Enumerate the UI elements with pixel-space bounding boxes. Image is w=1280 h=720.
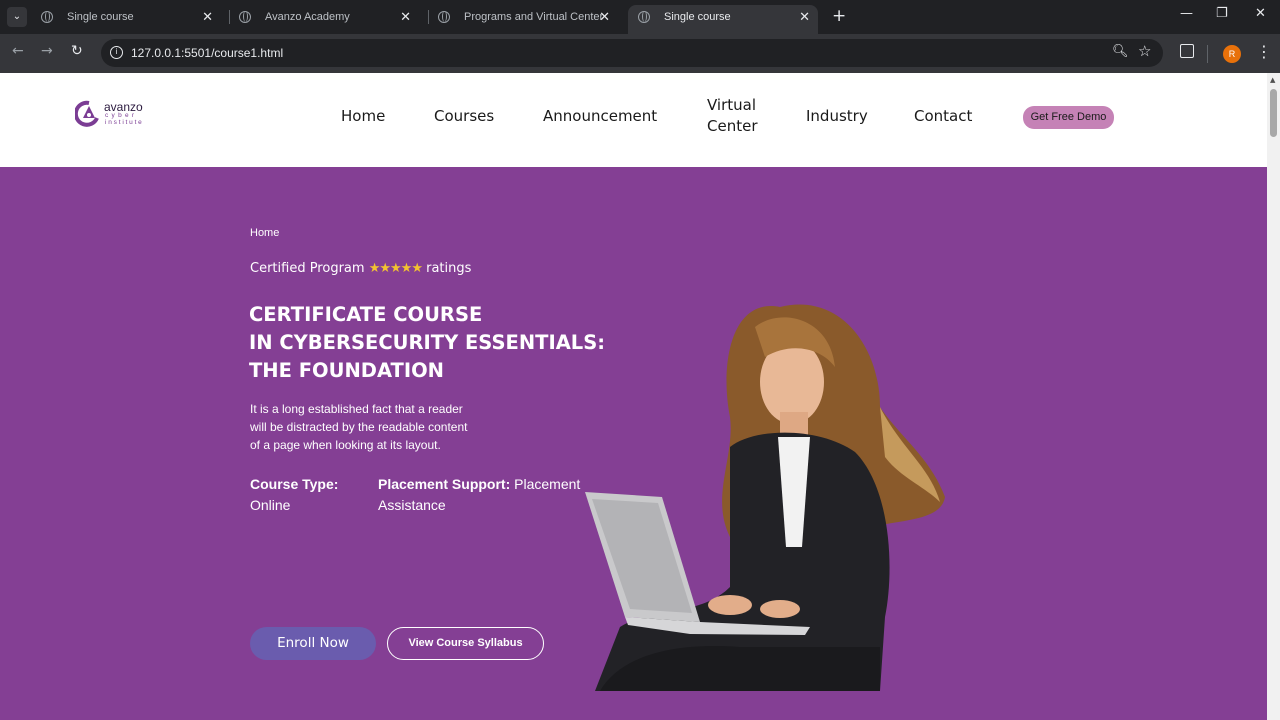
close-tab-icon[interactable]: ✕ [599,5,610,29]
description-line: It is a long established fact that a rea… [250,402,463,416]
scrollbar-thumb[interactable] [1270,89,1277,137]
close-tab-icon[interactable]: ✕ [202,5,213,29]
profile-avatar[interactable]: R [1223,45,1241,63]
restore-icon[interactable]: ❐ [1216,6,1228,21]
course-type-info: Course Type: Online [250,474,338,516]
get-free-demo-button[interactable]: Get Free Demo [1023,106,1114,129]
globe-icon [638,11,650,23]
site-header: avanzo cyber institute Home Courses Anno… [0,73,1267,167]
minimize-icon[interactable]: — [1180,6,1193,21]
extensions-icon[interactable] [1180,44,1194,58]
globe-icon [239,11,251,23]
nav-industry[interactable]: Industry [806,106,868,127]
tab-title: Avanzo Academy [265,11,350,23]
chrome-icon [438,11,450,23]
nav-contact[interactable]: Contact [914,106,972,127]
address-bar[interactable]: i 127.0.0.1:5501/course1.html 🔍︎ ☆ [101,39,1163,67]
breadcrumb-home[interactable]: Home [250,227,279,239]
close-window-icon[interactable]: ✕ [1255,6,1266,21]
bookmark-star-icon[interactable]: ☆ [1138,42,1151,60]
site-info-icon[interactable]: i [110,46,123,59]
globe-icon [41,11,53,23]
placement-label: Placement Support: [378,476,511,492]
description-line: will be distracted by the readable conte… [250,420,468,434]
close-tab-icon[interactable]: ✕ [799,5,810,29]
nav-virtual-line1: Virtual [707,96,757,114]
logo-text-institute: institute [105,119,144,126]
nav-home[interactable]: Home [341,106,385,127]
browser-tab-bar: ⌄ Single course ✕ Avanzo Academy ✕ Progr… [0,0,1280,34]
page-viewport: avanzo cyber institute Home Courses Anno… [0,73,1280,720]
woman-with-laptop-image [585,304,945,691]
ratings-label: ratings [426,261,472,276]
new-tab-icon[interactable]: + [832,6,846,26]
course-description: It is a long established fact that a rea… [250,400,500,454]
close-tab-icon[interactable]: ✕ [400,5,411,29]
toolbar-divider [1207,45,1208,63]
course-type-value: Online [250,497,291,513]
nav-courses[interactable]: Courses [434,106,494,127]
browser-tab[interactable]: Single course ✕ [31,5,221,34]
browser-toolbar: ← → ↻ i 127.0.0.1:5501/course1.html 🔍︎ ☆… [0,34,1280,73]
course-title-line: CERTIFICATE COURSE [249,303,483,326]
site-logo[interactable]: avanzo cyber institute [75,100,155,130]
reload-icon[interactable]: ↻ [71,43,83,59]
nav-virtual-line2: Center [707,117,758,135]
course-title: CERTIFICATE COURSE IN CYBERSECURITY ESSE… [249,301,605,385]
logo-mark-icon [75,100,99,127]
course-title-line: THE FOUNDATION [249,359,444,382]
certified-rating-line: Certified Program ★★★★★ ratings [250,261,471,276]
tab-search-chevron-icon[interactable]: ⌄ [7,7,27,27]
tab-title: Programs and Virtual Center [464,11,604,23]
logo-text-cyber: cyber [105,112,138,119]
placement-support-info: Placement Support: Placement Assistance [378,474,580,516]
nav-virtual-center[interactable]: Virtual Center [707,95,758,137]
placement-value: Placement [514,476,581,492]
browser-tab[interactable]: Programs and Virtual Center ✕ [428,5,618,34]
description-line: of a page when looking at its layout. [250,438,441,452]
browser-tab-active[interactable]: Single course ✕ [628,5,818,34]
course-type-label: Course Type: [250,476,339,492]
menu-kebab-icon[interactable]: ⋮ [1256,42,1272,61]
forward-arrow-icon[interactable]: → [41,43,53,59]
view-syllabus-button[interactable]: View Course Syllabus [387,627,544,660]
zoom-icon[interactable]: 🔍︎ [1112,44,1129,59]
tab-title: Single course [67,11,134,23]
placement-value: Assistance [378,497,446,513]
tab-title: Single course [664,11,731,23]
page-scrollbar[interactable]: ▲ [1267,73,1280,720]
browser-tab[interactable]: Avanzo Academy ✕ [229,5,419,34]
back-arrow-icon[interactable]: ← [12,43,24,59]
certified-label: Certified Program [250,261,365,276]
rating-stars-icon: ★★★★★ [368,261,423,276]
url-text[interactable]: 127.0.0.1:5501/course1.html [131,39,283,67]
nav-announcement[interactable]: Announcement [543,106,657,127]
scroll-up-icon[interactable]: ▲ [1270,76,1275,84]
course-title-line: IN CYBERSECURITY ESSENTIALS: [249,331,606,354]
enroll-now-button[interactable]: Enroll Now [250,627,376,660]
